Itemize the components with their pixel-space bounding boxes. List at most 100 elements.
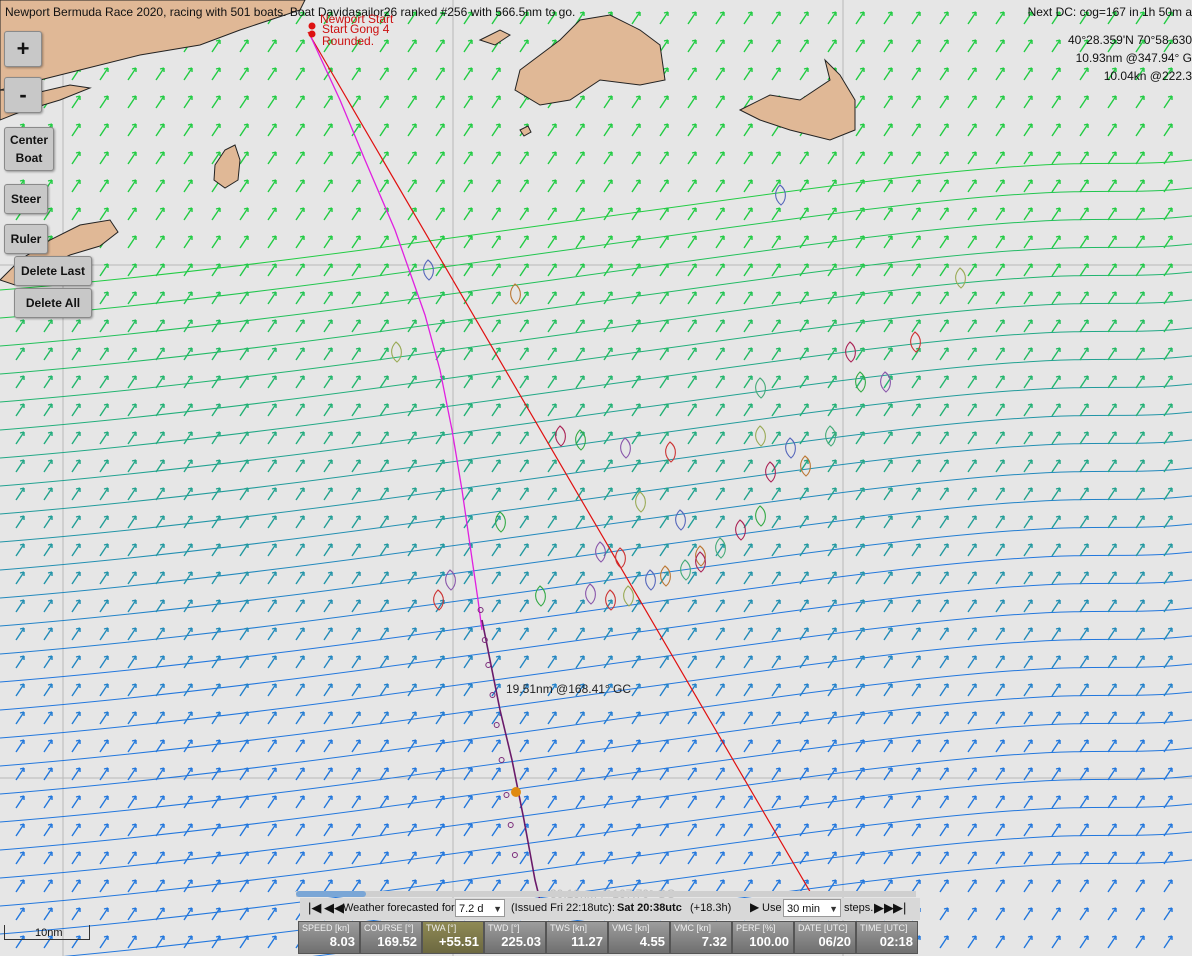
rewind-icon[interactable]: ◀◀ (324, 900, 344, 916)
wind-arrow-icon (743, 711, 753, 725)
fleet-boat-icon[interactable] (623, 585, 634, 607)
wind-arrow-icon (995, 543, 1005, 557)
fleet-boat-icon[interactable] (635, 491, 646, 513)
skip-first-icon[interactable]: |◀ (308, 900, 321, 916)
wind-arrow-icon (939, 67, 949, 81)
wind-arrow-icon (911, 543, 921, 557)
fleet-boat-icon[interactable] (620, 437, 631, 459)
zoom-in-button[interactable]: + (4, 31, 42, 67)
center-boat-button[interactable]: Center Boat (4, 127, 54, 171)
fleet-boat-icon[interactable] (585, 583, 596, 605)
wind-arrow-icon (1135, 515, 1145, 529)
instrument-value: 11.27 (571, 934, 603, 949)
fleet-boat-icon[interactable] (765, 461, 776, 483)
weather-control-bar: |◀ ◀◀ Weather forecasted for 7.2 d ▼ (Is… (300, 898, 920, 920)
wind-arrow-icon (463, 123, 473, 137)
wind-arrow-icon (687, 543, 697, 557)
steer-button[interactable]: Steer (4, 184, 48, 214)
race-map[interactable] (0, 0, 1192, 956)
fleet-boat-icon[interactable] (645, 569, 656, 591)
wind-arrow-icon (267, 935, 277, 949)
forecast-range-select[interactable]: 7.2 d ▼ (455, 899, 505, 917)
fleet-boat-icon[interactable] (510, 283, 521, 305)
fleet-boat-icon[interactable] (391, 341, 402, 363)
delete-last-button[interactable]: Delete Last (14, 256, 92, 286)
wind-arrow-icon (295, 543, 305, 557)
wind-arrow-icon (127, 683, 137, 697)
wind-arrow-icon (491, 543, 501, 557)
wind-arrow-icon (1079, 599, 1089, 613)
chevron-down-icon: ▼ (493, 904, 502, 914)
delete-all-button[interactable]: Delete All (14, 288, 92, 318)
time-slider[interactable] (296, 891, 916, 897)
wind-arrow-icon (463, 347, 473, 361)
fleet-boat-icon[interactable] (755, 425, 766, 447)
wind-contour-line (0, 607, 1192, 739)
fleet-boat-icon[interactable] (735, 519, 746, 541)
step-size-select[interactable]: 30 min ▼ (783, 899, 841, 917)
wind-arrow-icon (1107, 543, 1117, 557)
wind-arrow-icon (183, 207, 193, 221)
fleet-boat-icon[interactable] (785, 437, 796, 459)
wind-arrow-icon (211, 487, 221, 501)
wind-arrow-icon (295, 627, 305, 641)
time-slider-thumb[interactable] (296, 891, 366, 897)
wind-arrow-icon (267, 207, 277, 221)
wind-arrow-icon (771, 39, 781, 53)
wind-arrow-icon (939, 39, 949, 53)
wind-arrow-icon (743, 795, 753, 809)
zoom-out-button[interactable]: - (4, 77, 42, 113)
wind-arrow-icon (575, 347, 585, 361)
wind-arrow-icon (743, 11, 753, 25)
fleet-boat-icon[interactable] (755, 377, 766, 399)
wind-arrow-icon (967, 67, 977, 81)
wind-arrow-icon (1135, 907, 1145, 921)
wind-arrow-icon (603, 851, 613, 865)
wind-arrow-icon (43, 599, 53, 613)
wind-arrow-icon (1051, 823, 1061, 837)
wind-arrow-icon (267, 907, 277, 921)
wind-arrow-icon (99, 319, 109, 333)
wind-arrow-icon (855, 95, 865, 109)
wind-arrow-icon (463, 431, 473, 445)
fleet-boat-icon[interactable] (675, 509, 686, 531)
forecast-offset: (+18.3h) (690, 902, 732, 914)
wind-arrow-icon (939, 487, 949, 501)
skip-last-icon[interactable]: ▶| (893, 900, 906, 916)
wind-arrow-icon (883, 291, 893, 305)
wind-arrow-icon (631, 683, 641, 697)
fleet-boat-icon[interactable] (445, 569, 456, 591)
fleet-boat-icon[interactable] (595, 541, 606, 563)
fleet-boat-icon[interactable] (800, 455, 811, 477)
fleet-boat-icon[interactable] (775, 184, 786, 206)
ruler-button[interactable]: Ruler (4, 224, 48, 254)
wind-arrow-icon (939, 403, 949, 417)
wind-arrow-icon (771, 431, 781, 445)
wind-arrow-icon (323, 543, 333, 557)
wind-arrow-icon (407, 823, 417, 837)
wind-arrow-icon (211, 291, 221, 305)
fast-forward-icon[interactable]: ▶▶ (874, 900, 894, 916)
wind-arrow-icon (379, 123, 389, 137)
wind-arrow-icon (911, 431, 921, 445)
wind-arrow-icon (15, 403, 25, 417)
fleet-boat-icon[interactable] (910, 331, 921, 353)
wind-arrow-icon (967, 879, 977, 893)
instrument-value: 8.03 (329, 934, 355, 949)
fleet-boat-icon[interactable] (555, 425, 566, 447)
play-icon[interactable]: ▶ (750, 900, 759, 914)
wind-arrow-icon (743, 347, 753, 361)
instrument-value: +55.51 (438, 934, 479, 949)
wind-arrow-icon (407, 151, 417, 165)
instrument-cell: TWS [kn] 11.27 (546, 921, 608, 954)
wind-arrow-icon (799, 487, 809, 501)
fleet-boat-icon[interactable] (495, 511, 506, 533)
wind-arrow-icon (575, 179, 585, 193)
fleet-boat-icon[interactable] (955, 267, 966, 289)
fleet-boat-icon[interactable] (665, 441, 676, 463)
fleet-boat-icon[interactable] (755, 505, 766, 527)
wind-arrow-icon (547, 291, 557, 305)
wind-arrow-icon (267, 739, 277, 753)
wind-arrow-icon (771, 795, 781, 809)
wind-arrow-icon (1107, 571, 1117, 585)
